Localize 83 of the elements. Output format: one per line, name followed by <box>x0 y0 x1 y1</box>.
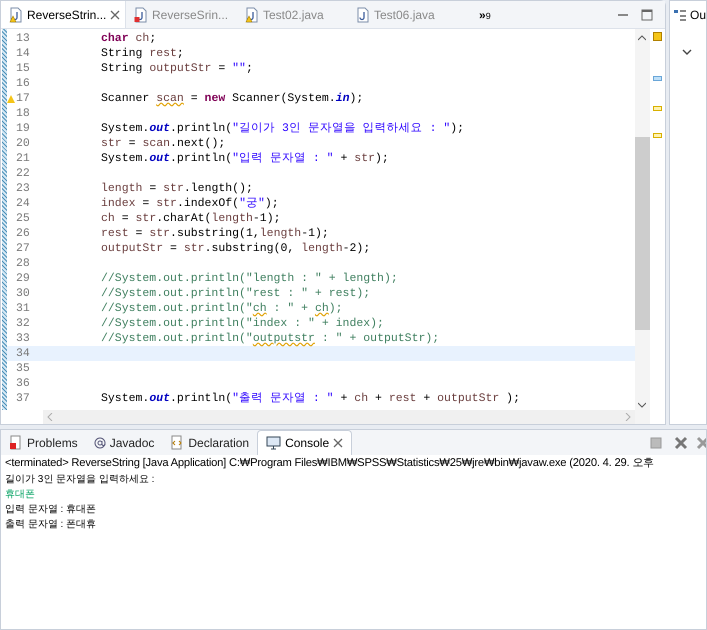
java-file-error-icon <box>134 6 148 22</box>
remove-launch-icon[interactable] <box>674 436 688 450</box>
line-number: 30 <box>16 286 31 301</box>
code-text: index = str.indexOf("궁"); <box>100 196 279 211</box>
warning-marker <box>652 133 662 138</box>
view-tab[interactable]: Console <box>257 430 352 455</box>
line-number: 19 <box>16 121 31 136</box>
code-text: outputStr = str.substring(0, length-2); <box>100 241 370 256</box>
editor-tab[interactable]: ReverseStrin... <box>1 1 126 28</box>
java-file-warning-icon <box>245 6 259 22</box>
code-text: str = scan.next(); <box>100 136 226 151</box>
close-icon[interactable] <box>333 438 344 448</box>
scrollbar-thumb[interactable] <box>634 137 650 330</box>
warning-marker <box>652 32 662 41</box>
line-number: 22 <box>16 166 31 181</box>
line-number: 35 <box>16 361 31 376</box>
line-number: 33 <box>16 331 31 346</box>
line-number: 14 <box>16 46 31 61</box>
scroll-down-icon[interactable] <box>638 402 646 408</box>
line-number: 29 <box>16 271 31 286</box>
console-output-text: 입력 문자열 : 휴대폰 <box>5 503 98 517</box>
tab-overflow-button[interactable]: »9 <box>479 6 491 24</box>
line-number: 13 <box>16 31 31 46</box>
maximize-icon[interactable] <box>640 8 653 20</box>
view-tab[interactable]: Javadoc <box>86 430 162 455</box>
vertical-scrollbar[interactable] <box>634 29 650 424</box>
code-text: //System.out.println("ch : " + ch); <box>100 301 343 316</box>
line-number: 24 <box>16 196 31 211</box>
line-number: 34 <box>16 346 31 361</box>
declaration-icon <box>170 434 184 450</box>
code-text: ch = str.charAt(length-1); <box>100 211 280 226</box>
code-text: //System.out.println("length : " + length); <box>100 271 398 286</box>
outline-title[interactable]: Ou <box>690 6 706 24</box>
code-text: //System.out.println("index : " + index); <box>100 316 384 331</box>
problems-icon <box>9 434 23 450</box>
code-text: String outputStr = ""; <box>100 61 253 76</box>
line-number: 26 <box>16 226 31 241</box>
code-text: String rest; <box>100 46 184 61</box>
code-text: System.out.println("길이가 3인 문자열을 입력하세요 : "); <box>100 121 464 136</box>
line-number: 27 <box>16 241 31 256</box>
close-icon[interactable] <box>110 10 120 20</box>
scroll-up-icon[interactable] <box>638 35 646 41</box>
line-number: 36 <box>16 376 31 391</box>
line-number: 15 <box>16 61 31 76</box>
code-text: System.out.println("입력 문자열 : " + str); <box>100 151 389 166</box>
warning-icon <box>7 94 15 102</box>
line-number: 32 <box>16 316 31 331</box>
console-output-text: 길이가 3인 문자열을 입력하세요 : <box>5 473 156 487</box>
view-tab[interactable]: Problems <box>1 430 86 455</box>
code-text: System.out.println("출력 문자열 : " + ch + rest + outputStr ); <box>100 391 520 406</box>
view-tab[interactable]: Declaration <box>162 430 258 455</box>
line-number: 17 <box>16 91 31 106</box>
line-number: 37 <box>16 391 31 406</box>
code-text: char ch; <box>100 31 156 46</box>
horizontal-scrollbar[interactable] <box>43 410 635 424</box>
line-number: 18 <box>16 106 31 121</box>
outline-icon <box>674 9 686 21</box>
warning-marker <box>652 106 662 111</box>
scroll-right-icon[interactable] <box>624 413 631 421</box>
expand-chevron-icon[interactable] <box>682 49 692 57</box>
occurrence-marker <box>652 76 662 81</box>
code-text: length = str.length(); <box>100 181 253 196</box>
line-number: 28 <box>16 256 31 271</box>
line-number: 25 <box>16 211 31 226</box>
scroll-left-icon[interactable] <box>47 413 53 421</box>
java-file-icon <box>356 6 370 22</box>
line-number: 16 <box>16 76 31 91</box>
java-file-warning-icon <box>9 6 23 22</box>
code-text: rest = str.substring(1,length-1); <box>100 226 329 241</box>
line-number: 21 <box>16 151 31 166</box>
code-text: //System.out.println("outputstr : " + outputStr); <box>100 331 440 346</box>
at-sign-icon <box>94 436 106 448</box>
monitor-icon <box>266 436 282 450</box>
console-output-text: 출력 문자열 : 폰대휴 <box>5 518 98 532</box>
console-input-text: 휴대폰 <box>5 488 36 502</box>
line-number: 31 <box>16 301 31 316</box>
code-text: //System.out.println("rest : " + rest); <box>100 286 370 301</box>
line-number: 23 <box>16 181 31 196</box>
code-text: Scanner scan = new Scanner(System.in); <box>100 91 364 106</box>
terminate-icon[interactable] <box>650 436 662 448</box>
console-header: <terminated> ReverseString [Java Application] C:₩Program Files₩IBM₩SPSS₩Statistics₩25₩jre₩bin₩javaw.exe (2020. 4. 29. 오후 <box>4 456 655 471</box>
line-number: 20 <box>16 136 31 151</box>
remove-all-icon[interactable] <box>696 436 706 450</box>
